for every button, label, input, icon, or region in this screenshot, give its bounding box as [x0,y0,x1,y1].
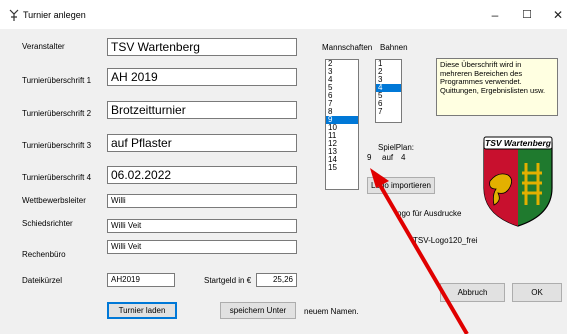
dateikuerzel-label: Dateikürzel [22,276,63,285]
ueberschrift4-input[interactable]: 06.02.2022 [107,166,297,184]
rechenbuero-input[interactable]: Willi Veit [107,240,297,254]
ok-button[interactable]: OK [512,283,562,302]
abbruch-button[interactable]: Abbruch [440,283,505,302]
ueberschrift2-label: Turnierüberschrift 2 [22,109,92,118]
close-button[interactable]: ✕ [548,6,567,24]
maximize-button[interactable]: ☐ [517,6,537,24]
info-note: Diese Überschrift wird in mehreren Berei… [436,58,558,116]
bahnen-list-item[interactable]: 7 [376,108,401,116]
minimize-button[interactable]: – [485,6,505,24]
ueberschrift3-label: Turnierüberschrift 3 [22,141,92,150]
ueberschrift1-input[interactable]: AH 2019 [107,68,297,86]
logo-banner-text: TSV Wartenberg [485,138,552,148]
spielplan-lanes: 4 [401,153,406,162]
mannschaften-listbox[interactable]: 2 3 4 5 6 7 8 9 10 11 12 13 14 15 [325,59,359,190]
spielplan-auf: auf [382,153,394,162]
wettbewerbsleiter-input[interactable]: Willi [107,194,297,208]
spielplan-label: SpielPlan: [378,143,415,152]
veranstalter-label: Veranstalter [22,42,65,51]
mannschaften-label: Mannschaften [322,43,373,52]
mannschaften-list-item[interactable]: 15 [326,164,358,172]
startgeld-label: Startgeld in € [204,276,252,285]
bahnen-label: Bahnen [380,43,408,52]
schiedsrichter-label: Schiedsrichter [22,219,73,228]
speichern-unter-button[interactable]: speichern Unter [220,302,296,319]
spielplan-teams: 9 [367,153,372,162]
bahnen-listbox[interactable]: 1234567 [375,59,402,123]
logo-caption: ogo für Ausdrucke [397,209,462,218]
window-title: Turnier anlegen [23,10,86,20]
veranstalter-input[interactable]: TSV Wartenberg [107,38,297,56]
schiedsrichter-input[interactable]: Willi Veit [107,219,297,233]
rechenbuero-label: Rechenbüro [22,250,66,259]
dateikuerzel-input[interactable]: AH2019 [107,273,175,287]
ueberschrift1-label: Turnierüberschrift 1 [22,76,92,85]
wettbewerbsleiter-label: Wettbewerbsleiter [22,196,86,205]
turnier-laden-button[interactable]: Turnier laden [107,302,177,319]
title-bar: Turnier anlegen – ☐ ✕ [0,0,567,30]
club-logo: TSV Wartenberg [483,136,553,227]
ueberschrift2-input[interactable]: Brotzeitturnier [107,101,297,119]
ueberschrift4-label: Turnierüberschrift 4 [22,173,92,182]
startgeld-input[interactable]: 25,26 [256,273,297,287]
neuem-namen-text: neuem Namen. [304,307,359,316]
app-icon [9,9,19,21]
ueberschrift3-input[interactable]: auf Pflaster [107,134,297,152]
logo-filename: TSV-Logo120_frei [413,236,478,245]
logo-importieren-button[interactable]: Logo importieren [367,177,435,194]
